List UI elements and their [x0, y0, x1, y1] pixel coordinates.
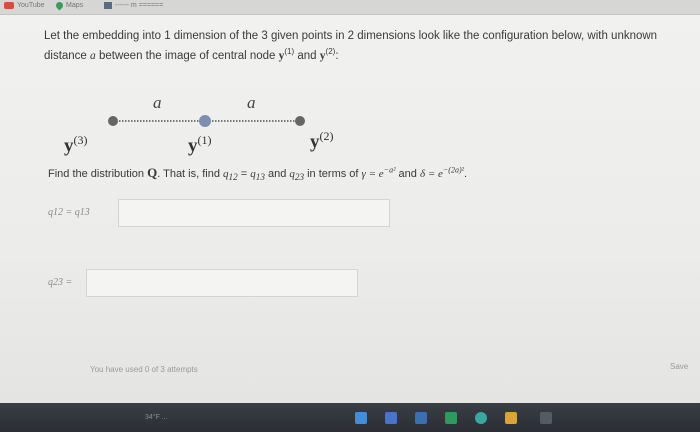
bookmarks-bar: YouTube Maps ------ m ====== [0, 0, 700, 15]
bookmark-youtube[interactable]: YouTube [4, 2, 45, 9]
q13-sub: 13 [255, 172, 265, 183]
label-y3-sup: (3) [73, 133, 88, 147]
os-taskbar: 34°F ... [0, 403, 700, 432]
label-y3: y(3) [64, 133, 88, 157]
gamma-exponent: −a² [383, 165, 396, 175]
attempts-counter: You have used 0 of 3 attempts [90, 365, 198, 374]
excel-icon[interactable] [445, 412, 457, 424]
label-y1-base: y [188, 135, 198, 157]
label-y2-base: y [310, 131, 320, 153]
calendar-icon[interactable] [415, 412, 427, 424]
delta-definition: δ = e−(2a)² [419, 165, 464, 180]
q23-symbol: q23 [289, 168, 305, 183]
find-text: Find the distribution [48, 168, 144, 180]
question-prompt: Let the embedding into 1 dimension of th… [44, 29, 694, 64]
answer-input-q23[interactable] [86, 269, 358, 297]
answer-label-q23: q23 = [48, 277, 73, 288]
node-y1 [199, 115, 211, 127]
bookmark-extra-label: ------ m ====== [115, 2, 164, 9]
answer-label-q12: q12 = q13 [48, 207, 90, 218]
y1-sup: (1) [284, 47, 295, 56]
find-text: and [267, 168, 287, 180]
bookmark-youtube-label: YouTube [17, 2, 45, 9]
node-y2 [295, 116, 305, 126]
question-line-2: distance a between the image of central … [44, 44, 694, 64]
label-y2: y(2) [310, 129, 334, 153]
bookmark-extra[interactable]: ------ m ====== [104, 2, 163, 9]
word-icon[interactable] [385, 412, 397, 424]
q-text: between the image of central node [99, 49, 276, 62]
find-text: . [464, 168, 468, 180]
label-y2-sup: (2) [319, 129, 334, 143]
delta-def-text: δ = e [419, 168, 443, 180]
edge-icon[interactable] [475, 412, 487, 424]
q-text: and [297, 49, 317, 62]
gamma-definition: γ = e−a² [361, 165, 396, 180]
find-instruction: Find the distribution Q. That is, find q… [48, 165, 688, 182]
q13-symbol: q13 [250, 168, 265, 183]
q23-sub: 23 [294, 172, 305, 183]
distance-label-right: a [247, 93, 256, 112]
configuration-diagram: a a y(3) y(1) y(2) [60, 83, 360, 173]
q12-symbol: q12 [223, 168, 238, 183]
question-line-1: Let the embedding into 1 dimension of th… [44, 30, 658, 42]
q-text: : [335, 49, 339, 62]
app-icon[interactable] [540, 412, 552, 424]
y2-sup: (2) [325, 47, 336, 56]
bookmark-maps[interactable]: Maps [54, 0, 84, 11]
node-y3 [108, 116, 118, 126]
bookmark-maps-label: Maps [66, 2, 84, 9]
bookmark-icon [104, 2, 112, 9]
label-y3-base: y [64, 135, 74, 157]
map-pin-icon [54, 0, 65, 11]
find-text: . That is, find [157, 168, 220, 180]
save-button[interactable]: Save [670, 362, 688, 371]
var-a: a [90, 49, 96, 62]
distance-label-left: a [153, 93, 162, 112]
answer-input-q12[interactable] [118, 199, 390, 227]
gamma-def-text: γ = e [361, 168, 384, 180]
label-y1: y(1) [188, 133, 212, 157]
q12-sub: 12 [228, 172, 238, 183]
weather-widget[interactable]: 34°F ... [145, 414, 168, 421]
youtube-icon [4, 2, 14, 9]
folder-icon[interactable] [505, 412, 517, 424]
q-text: distance [44, 49, 87, 62]
find-text: in terms of [307, 168, 359, 180]
browser-icon[interactable] [355, 412, 367, 424]
find-text: and [398, 168, 417, 180]
diagram-svg [108, 115, 305, 127]
problem-page: Let the embedding into 1 dimension of th… [0, 15, 700, 403]
equals-sign: = [240, 168, 248, 180]
delta-exponent: −(2a)² [442, 165, 464, 175]
label-y1-sup: (1) [197, 133, 212, 147]
distribution-Q: Q [147, 165, 158, 180]
